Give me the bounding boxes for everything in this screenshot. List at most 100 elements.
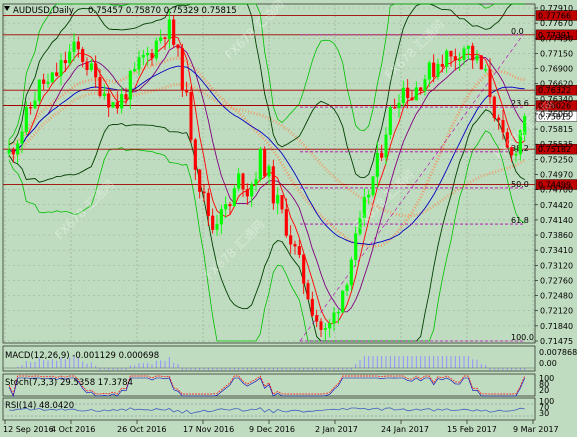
candle-body [384,134,388,158]
price-tick-label: 0.72480 [540,292,573,301]
candle-body [258,148,262,180]
candle-body [63,60,67,64]
candle-body [154,40,158,59]
price-tick-label: 0.77430 [540,34,573,43]
stoch-label: Stoch(7,3,3) 29.5358 17.3784 [5,378,133,388]
time-tick-label: 24 Jan 2017 [381,425,429,434]
price-tick-label: 0.77150 [540,49,573,58]
time-tick-label: 26 Oct 2016 [117,425,166,434]
candle-body [367,194,371,198]
price-tick-label: 0.74420 [540,201,573,210]
candle-body [163,37,167,40]
candle-body [115,102,119,109]
price-tick-label: 0.76060 [540,110,573,119]
candle-body [133,69,137,72]
symbol-label: AUDUSD,Daily [13,6,74,16]
candle-body [159,37,163,41]
candle-body [501,119,505,133]
candle-body [55,72,59,76]
fib-level-label: 0.0 [511,27,524,36]
candle-body [241,173,245,190]
candle-body [371,176,375,196]
candle-body [267,166,271,177]
chart-header: AUDUSD,Daily 0.75457 0.75870 0.75329 0.7… [4,6,237,16]
time-tick-label: 4 Oct 2016 [51,425,95,434]
candle-body [24,107,28,132]
candle-body [393,107,397,109]
candle-body [397,102,401,109]
candle-body [319,321,323,330]
candle-body [332,312,336,324]
candle-body [284,209,288,236]
candle-body [414,87,418,101]
candle-body [436,63,440,77]
price-tick-label: 0.72120 [540,307,573,316]
candle-body [245,189,249,197]
candle-body [20,131,24,144]
candle-body [462,48,466,60]
candle-body [29,107,33,109]
candle-body [198,169,202,192]
candle-body [453,56,457,61]
candle-body [219,209,223,225]
candle-body [250,184,254,197]
candle-body [419,87,423,91]
candle-body [280,195,284,210]
candle-body [232,188,236,207]
chart-canvas[interactable]: 0.777660.773910.763220.760260.758150.751… [0,0,577,437]
price-tick-label: 0.71840 [540,322,573,331]
price-tick-label: 0.76620 [540,80,573,89]
candle-body [375,152,379,177]
candle-body [180,47,184,91]
candle-body [328,323,332,329]
candle-body [289,235,293,245]
price-tick-label: 0.76900 [540,65,573,74]
candle-body [345,284,349,291]
candle-body [124,94,128,100]
candle-body [37,79,41,101]
time-tick-label: 12 Sep 2016 [3,425,54,434]
candle-body [310,298,314,316]
candle-body [98,77,102,96]
price-tick-label: 0.72760 [540,276,573,285]
candle-body [297,246,301,255]
price-axis[interactable]: 0.77910 0.77670 0.77430 0.77150 0.76900 0.766… [535,4,573,346]
candle-body [128,70,132,100]
candle-body [16,143,20,155]
candle-body [46,81,50,84]
candle-body [302,254,306,284]
candle-body [445,50,449,67]
candle-body [228,204,232,207]
price-tick-label: 0.75815 [540,125,573,134]
candle-body [120,94,124,109]
candle-body [146,52,150,56]
candle-body [59,60,63,76]
candle-body [484,69,488,71]
candle-body [202,191,206,194]
candle-body [50,72,54,83]
price-tick-label: 0.76340 [540,95,573,104]
candle-body [432,62,436,77]
macd-axis-label: 0.007868 [539,348,577,357]
fib-level-label: 50.0 [511,180,529,189]
candle-body [76,41,80,50]
time-tick-label: 9 Dec 2016 [249,425,295,434]
candle-body [479,55,483,70]
candle-body [33,100,37,109]
price-tick-label: 0.75250 [540,155,573,164]
rsi-label: RSI(14) 48.0420 [5,401,74,411]
price-tick-label: 0.73410 [540,246,573,255]
candle-body [68,51,72,64]
candle-body [176,44,180,49]
price-tick-label: 0.75535 [540,140,573,149]
candle-body [349,259,353,286]
candle-body [466,45,470,49]
candle-body [293,244,297,247]
price-tick-label: 0.77910 [540,4,573,13]
candle-body [440,63,444,67]
candle-body [167,19,171,40]
candle-body [306,283,310,300]
price-tick-label: 0.71475 [540,337,573,346]
stoch-axis-label: 20 [539,386,549,395]
price-tick-label: 0.74140 [540,216,573,225]
